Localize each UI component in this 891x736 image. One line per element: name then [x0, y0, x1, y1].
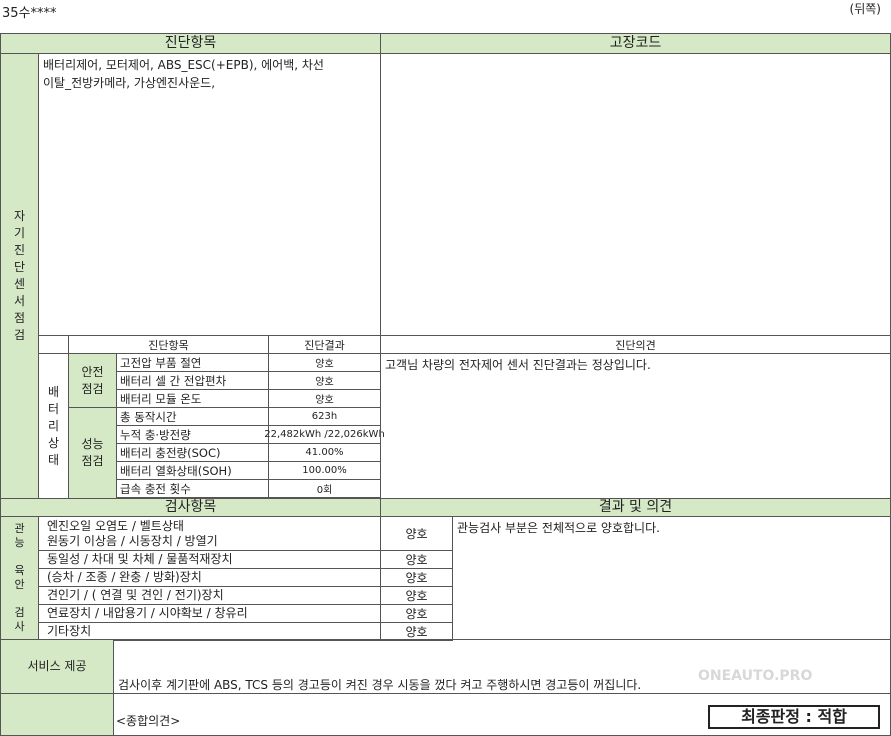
inspection-row-value: 양호 — [380, 604, 453, 623]
battery-row-label: 배터리 모듈 온도 — [116, 389, 269, 408]
battery-item-header: 진단항목 — [68, 335, 269, 354]
battery-row-value: 양호 — [268, 353, 381, 372]
safety-check-group: 안전 점검 — [68, 353, 117, 408]
battery-row-label: 고전압 부품 절연 — [116, 353, 269, 372]
battery-row-value: 22,482kWh /22,026kWh — [264, 425, 385, 444]
watermark: ONEAUTO.PRO — [698, 668, 813, 684]
self-diag-items-text: 배터리제어, 모터제어, ABS_ESC(+EPB), 에어백, 차선 이탈_전… — [38, 53, 381, 336]
self-diag-items-header: 진단항목 — [0, 33, 381, 54]
summary-label: <종합의견> — [116, 714, 181, 728]
final-verdict: 최종판정 : 적합 — [708, 705, 880, 729]
vehicle-number: 35수**** — [2, 6, 57, 21]
inspection-items-header: 검사항목 — [0, 498, 381, 517]
battery-result-header: 진단결과 — [268, 335, 381, 354]
fault-codes-header: 고장코드 — [380, 33, 891, 54]
battery-row-label: 급속 충전 횟수 — [116, 479, 269, 498]
battery-row-label: 누적 충·방전량 — [116, 425, 269, 444]
battery-opinion: 고객님 차량의 전자제어 센서 진단결과는 정상입니다. — [380, 353, 891, 499]
inspection-result-header: 결과 및 의견 — [380, 498, 891, 517]
page-side-label: (뒤쪽) — [849, 2, 881, 16]
battery-row-label: 배터리 충전량(SOC) — [116, 443, 269, 462]
summary-box: <종합의견> 최종판정 : 적합 — [113, 693, 891, 736]
battery-row-value: 양호 — [268, 371, 381, 390]
battery-row-value: 100.00% — [268, 461, 381, 480]
inspection-row-value: 양호 — [380, 516, 453, 551]
battery-opinion-header: 진단의견 — [380, 335, 891, 354]
battery-row-value: 41.00% — [268, 443, 381, 462]
inspection-row-value: 양호 — [380, 586, 453, 605]
battery-side-label: 배 터 리 상 태 — [38, 353, 69, 499]
inspection-row-label: 연료장치 / 내압용기 / 시야확보 / 창유리 — [38, 604, 381, 623]
battery-blank-corner — [38, 335, 69, 354]
inspection-row-label: 견인기 / ( 연결 및 견인 / 전기)장치 — [38, 586, 381, 605]
battery-row-label: 배터리 셀 간 전압편차 — [116, 371, 269, 390]
performance-check-group: 성능 점검 — [68, 407, 117, 499]
inspection-row-value: 양호 — [380, 568, 453, 587]
inspection-opinion: 관능검사 부분은 전체적으로 양호합니다. — [452, 516, 891, 640]
battery-row-value: 양호 — [268, 389, 381, 408]
service-text: 검사이후 계기판에 ABS, TCS 등의 경고등이 켜진 경우 시동을 껐다 … — [118, 678, 642, 692]
battery-row-value: 623h — [268, 407, 381, 426]
battery-row-label: 총 동작시간 — [116, 407, 269, 426]
fault-codes-box — [380, 53, 891, 336]
summary-label-cell — [0, 693, 114, 736]
inspection-row-label: (승차 / 조종 / 완충 / 방화)장치 — [38, 568, 381, 587]
battery-row-value: 0회 — [268, 479, 381, 498]
inspection-row-label: 동일성 / 차대 및 차체 / 물품적재장치 — [38, 550, 381, 569]
inspection-row-value: 양호 — [380, 550, 453, 569]
self-diag-side-label: 자 기 진 단 센 서 점 검 — [0, 53, 39, 499]
service-label: 서비스 제공 — [0, 639, 114, 694]
battery-row-label: 배터리 열화상태(SOH) — [116, 461, 269, 480]
service-box: 검사이후 계기판에 ABS, TCS 등의 경고등이 켜진 경우 시동을 껐다 … — [113, 639, 891, 694]
inspection-row-label: 엔진오일 오염도 / 벨트상태 원동기 이상음 / 시동장치 / 방열기 — [38, 516, 381, 551]
inspection-side-label: 관 능 육 안 검 사 — [0, 516, 39, 640]
